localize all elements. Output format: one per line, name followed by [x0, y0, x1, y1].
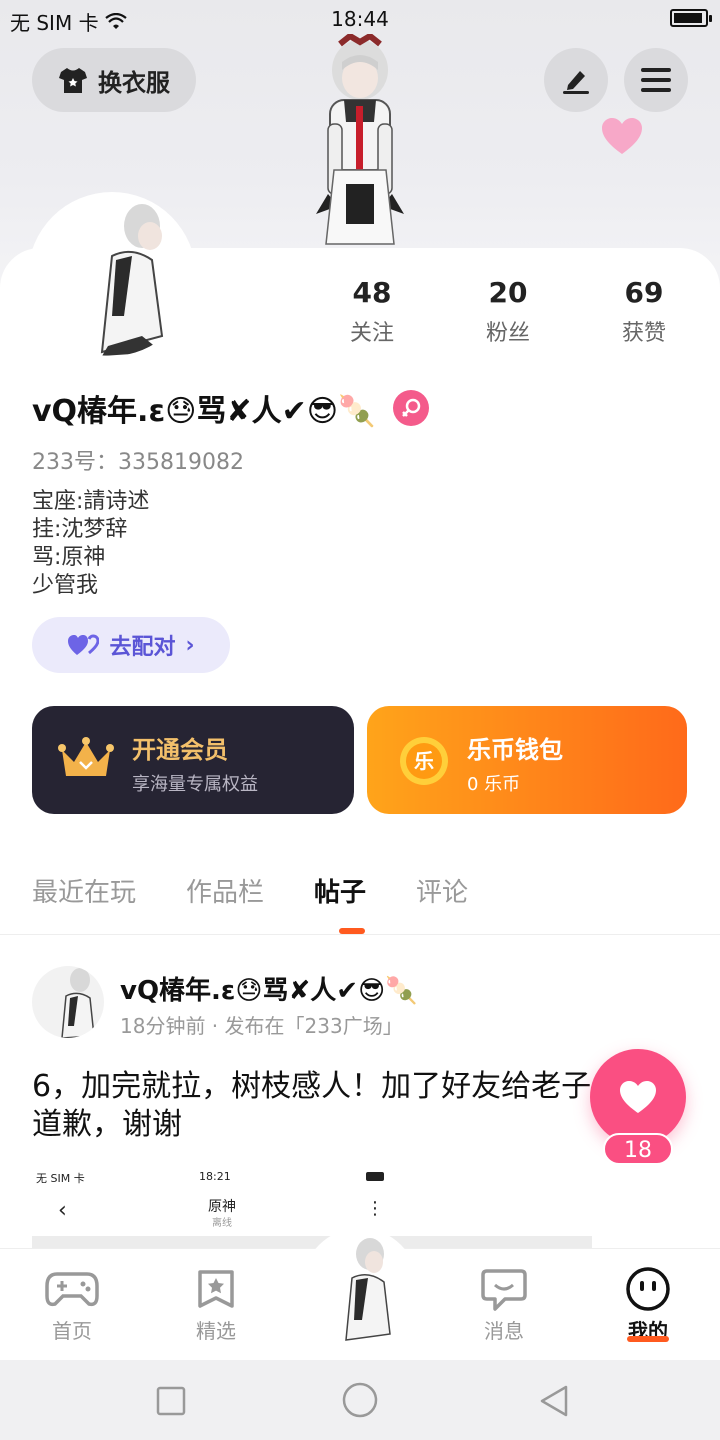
- stat-following[interactable]: 48 关注: [304, 276, 440, 347]
- shirt-icon: [59, 68, 87, 93]
- crown-icon: [58, 737, 114, 776]
- home-icon[interactable]: [342, 1382, 378, 1418]
- stat-followers-count: 20: [488, 276, 528, 309]
- clock: 18:44: [331, 7, 389, 31]
- chat-bubble-icon: [481, 1269, 527, 1311]
- like-count: 18: [603, 1133, 673, 1165]
- post-avatar-portrait: [61, 968, 95, 1038]
- embedded-carrier: 无 SIM 卡: [36, 1172, 85, 1185]
- embedded-more-icon: ⋮: [366, 1198, 384, 1219]
- stat-followers-label: 粉丝: [485, 321, 530, 346]
- star-bookmark-icon: [198, 1270, 234, 1308]
- gamepad-icon: [45, 1272, 99, 1307]
- nav-center-avatar[interactable]: [302, 1228, 418, 1344]
- back-icon[interactable]: [538, 1384, 570, 1418]
- system-navigation-bar: [0, 1360, 720, 1440]
- embedded-content-bar: [32, 1236, 592, 1248]
- nav-home[interactable]: 首页: [17, 1267, 127, 1344]
- stat-likes-label: 获赞: [621, 321, 666, 346]
- embedded-back-icon: ‹: [58, 1198, 67, 1223]
- hamburger-menu-icon: [641, 68, 671, 92]
- tab-comments[interactable]: 评论: [416, 872, 468, 909]
- stat-following-count: 48: [352, 276, 392, 309]
- post-text[interactable]: 6，加完就拉，树枝感人！加了好友给老子道歉，谢谢: [32, 1068, 602, 1144]
- female-gender-icon: [393, 390, 430, 426]
- stat-followers[interactable]: 20 粉丝: [440, 276, 576, 347]
- stat-following-label: 关注: [349, 321, 394, 346]
- bio-line: 挂:沈梦辞: [32, 517, 128, 542]
- profile-name-row: vQ椿年.ε😓骂✘人✔😎🍡: [32, 386, 430, 430]
- edit-profile-button[interactable]: [544, 48, 608, 112]
- svg-text:乐: 乐: [414, 749, 434, 773]
- post-author-avatar[interactable]: [32, 966, 104, 1038]
- nav-featured[interactable]: 精选: [161, 1267, 271, 1344]
- heart-icon: [620, 1081, 656, 1113]
- wallet-balance: 0 乐币: [467, 774, 521, 795]
- bio-line: 少管我: [32, 573, 99, 598]
- vip-membership-card[interactable]: 开通会员 享海量专属权益: [32, 706, 354, 814]
- bio-line: 骂:原神: [32, 545, 106, 570]
- nav-me[interactable]: 我的: [593, 1267, 703, 1344]
- post-author-name[interactable]: vQ椿年.ε😓骂✘人✔😎🍡: [120, 970, 418, 1007]
- pencil-icon: [563, 71, 589, 94]
- tab-posts[interactable]: 帖子: [314, 872, 366, 909]
- tab-recently-played[interactable]: 最近在玩: [32, 872, 136, 909]
- user-id: 233号：335819082: [32, 450, 244, 475]
- center-avatar-portrait: [345, 1238, 391, 1341]
- embedded-title: 原神: [208, 1199, 236, 1215]
- floating-heart-icon: [602, 118, 642, 154]
- vip-subtitle: 享海量专属权益: [132, 774, 258, 795]
- pair-label: 去配对: [109, 635, 176, 660]
- nav-home-label: 首页: [52, 1319, 92, 1343]
- change-outfit-label: 换衣服: [98, 68, 170, 97]
- nav-featured-label: 精选: [196, 1319, 236, 1343]
- embedded-battery-icon: [366, 1172, 384, 1181]
- post-meta: 18分钟前 · 发布在「233广场」: [120, 1014, 403, 1038]
- recent-apps-icon[interactable]: [156, 1386, 186, 1416]
- post-image[interactable]: 无 SIM 卡 18:21 ‹ 原神 离线 ⋮: [32, 1160, 592, 1248]
- content-tabs: 最近在玩 作品栏 帖子 评论: [32, 872, 468, 909]
- avatar-character[interactable]: [290, 34, 430, 250]
- tab-works[interactable]: 作品栏: [186, 872, 264, 909]
- chevron-right-icon: ›: [185, 632, 195, 658]
- bio-line: 宝座:請诗述: [32, 489, 150, 514]
- nav-messages[interactable]: 消息: [449, 1267, 559, 1344]
- divider: [0, 934, 720, 935]
- stat-likes-count: 69: [624, 276, 664, 309]
- change-outfit-button[interactable]: 换衣服: [32, 48, 196, 112]
- double-heart-icon: [68, 634, 100, 655]
- like-button[interactable]: [590, 1049, 686, 1145]
- menu-button[interactable]: [624, 48, 688, 112]
- embedded-time: 18:21: [199, 1170, 231, 1183]
- pair-button[interactable]: 去配对 ›: [32, 617, 230, 673]
- profile-bio: 宝座:請诗述 挂:沈梦辞 骂:原神 少管我: [32, 488, 149, 600]
- wallet-card[interactable]: 乐 乐币钱包 0 乐币: [367, 706, 687, 814]
- stat-likes[interactable]: 69 获赞: [576, 276, 712, 347]
- battery-icon: [670, 9, 712, 27]
- wallet-title: 乐币钱包: [467, 736, 563, 764]
- embedded-subtitle: 离线: [212, 1218, 232, 1229]
- active-nav-indicator: [627, 1336, 669, 1342]
- coin-icon: 乐: [400, 737, 448, 785]
- profile-name: vQ椿年.ε😓骂✘人✔😎🍡: [32, 394, 376, 429]
- profile-stats: 48 关注 20 粉丝 69 获赞: [304, 276, 712, 347]
- face-icon: [626, 1267, 670, 1311]
- vip-title: 开通会员: [132, 736, 228, 764]
- avatar[interactable]: [32, 196, 192, 356]
- nav-messages-label: 消息: [484, 1319, 524, 1343]
- avatar-portrait: [100, 204, 164, 356]
